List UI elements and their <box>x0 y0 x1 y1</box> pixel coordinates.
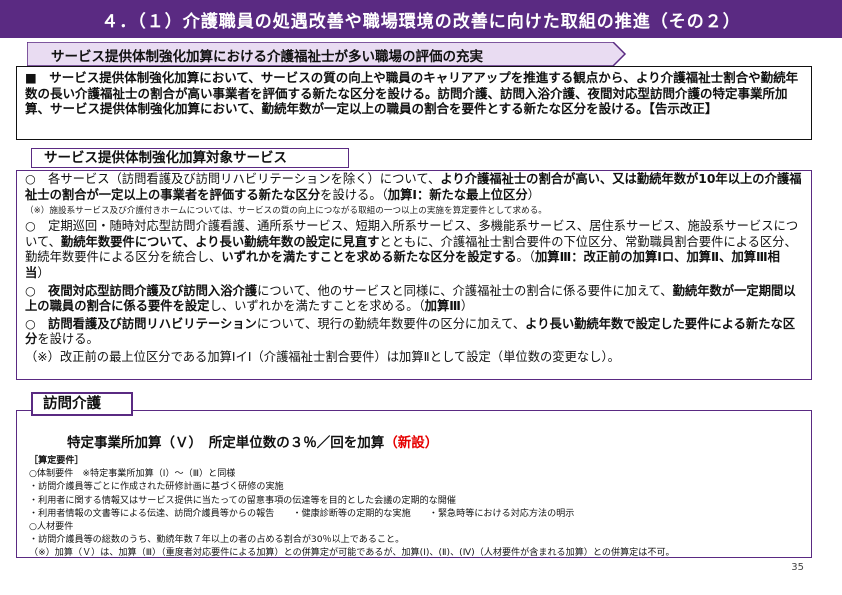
section2-box: ○ 各サービス（訪問看護及び訪問リハビリテーションを除く）について、より介護福祉… <box>16 170 812 380</box>
service-item-4: ○ 訪問看護及び訪問リハビリテーションについて、現行の勤続年数要件の区分に加えて… <box>25 316 796 347</box>
requirements-title: ［算定要件］ <box>29 456 84 466</box>
page-number: 35 <box>791 562 804 573</box>
section1-banner-text: サービス提供体制強化加算における介護福祉士が多い職場の評価の充実 <box>51 49 483 65</box>
service-item-1: ○ 各サービス（訪問看護及び訪問リハビリテーションを除く）について、より介護福祉… <box>25 172 802 202</box>
requirement-line: ・訪問介護員等の総数のうち、勤続年数７年以上の者の占める割合が30％以上であるこ… <box>29 535 405 546</box>
requirement-line: ・利用者情報の文書等による伝達、訪問介護員等からの報告 ・健康診断等の定期的な実… <box>29 508 575 519</box>
service-item-3: ○ 夜間対応型訪問介護及び訪問入浴介護について、他のサービスと同様に、介護福祉士… <box>25 283 796 314</box>
requirement-line: ○体制要件 ※特定事業所加算（Ⅰ）～（Ⅲ）と同様 <box>29 469 236 480</box>
service-note-2: （※）改正前の最上位区分である加算ⅠイⅠ（介護福祉士割合要件）は加算Ⅱとして設定… <box>25 349 620 364</box>
section1-banner: サービス提供体制強化加算における介護福祉士が多い職場の評価の充実 <box>27 42 627 66</box>
section2-label: サービス提供体制強化加算対象サービス <box>31 148 349 168</box>
section1-summary-box: ■ サービス提供体制強化加算において、サービスの質の向上や職員のキャリアアップを… <box>16 66 812 140</box>
page-title: ４．（１）介護職員の処遇改善や職場環境の改善に向けた取組の推進（その２） <box>0 0 842 38</box>
requirement-line: ・利用者に関する情報又はサービス提供に当たっての留意事項の伝達等を目的とした会議… <box>29 495 456 506</box>
section1-body: ■ サービス提供体制強化加算において、サービスの質の向上や職員のキャリアアップを… <box>25 70 799 116</box>
requirement-line: （※）加算（Ｖ）は、加算（Ⅲ）（重度者対応要件による加算）との併算定が可能である… <box>29 548 675 559</box>
section3-box: 特定事業所加算（Ｖ） 所定単位数の３％／回を加算（新設） ［算定要件］ ○体制要… <box>16 410 812 558</box>
requirement-line: ○人材要件 <box>29 522 74 533</box>
section3-label: 訪問介護 <box>31 392 133 416</box>
addition-headline: 特定事業所加算（Ｖ） 所定単位数の３％／回を加算（新設） <box>67 435 439 451</box>
requirement-line: ・訪問介護員等ごとに作成された研修計画に基づく研修の実施 <box>29 482 284 493</box>
service-item-2: ○ 定期巡回・随時対応型訪問介護看護、通所系サービス、短期入所系サービス、多機能… <box>25 219 799 280</box>
service-note-1: （※）施設系サービス及び介護付きホームについては、サービスの質の向上につながる取… <box>25 206 547 217</box>
requirements-list: ［算定要件］ ○体制要件 ※特定事業所加算（Ⅰ）～（Ⅲ）と同様 ・訪問介護員等ご… <box>29 455 807 561</box>
